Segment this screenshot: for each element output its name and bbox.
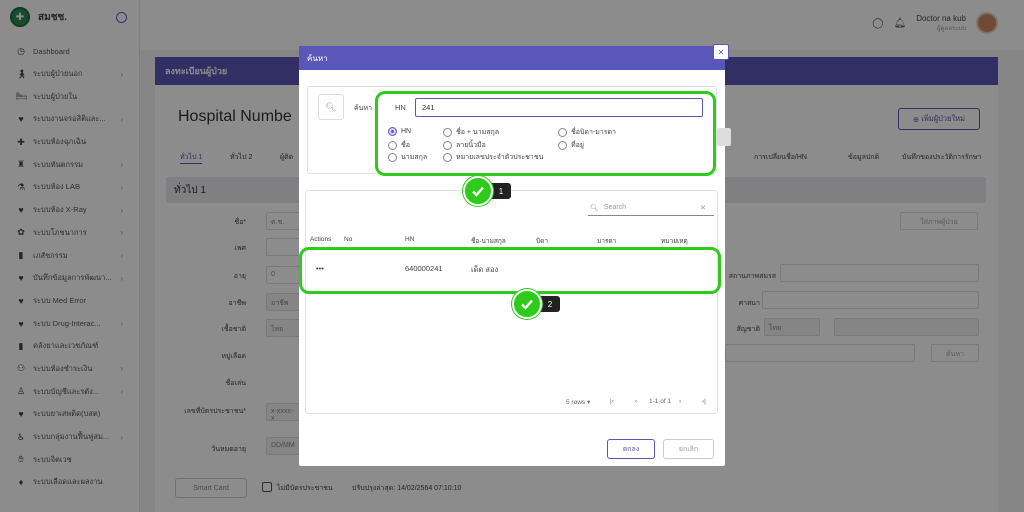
next-page-icon[interactable]: › xyxy=(679,398,681,405)
prev-page-icon[interactable]: ‹ xyxy=(635,398,637,405)
col-actions: Actions xyxy=(310,236,332,243)
table-search-placeholder: Search xyxy=(603,204,627,211)
step-badge-1: 1 xyxy=(463,176,511,206)
cancel-button[interactable]: ยกเลิก xyxy=(663,439,714,459)
modal-title: ค้นหา xyxy=(299,46,725,70)
col-no: No xyxy=(344,236,353,243)
rows-per-page-select[interactable]: 5 rows ▾ xyxy=(566,398,590,406)
close-icon[interactable]: ✕ xyxy=(713,44,729,60)
table-search-icon: 🔍︎ xyxy=(590,204,599,212)
check-icon xyxy=(463,176,493,206)
side-toggle[interactable] xyxy=(717,128,731,146)
ok-button[interactable]: ตกลง xyxy=(607,439,655,459)
rows-per-page-label: 5 rows xyxy=(566,399,586,406)
last-page-icon[interactable]: ›| xyxy=(702,398,706,405)
table-search-input[interactable]: 🔍︎ Search ✕ xyxy=(588,200,714,216)
col-father: บิดา xyxy=(536,238,548,245)
col-name: ชื่อ-นามสกุล xyxy=(471,238,506,245)
col-mother: มารดา xyxy=(597,238,617,245)
step-badge-2: 2 xyxy=(512,289,560,319)
search-icon[interactable]: 🔍︎ xyxy=(318,94,344,120)
page-range: 1-1 of 1 xyxy=(649,398,672,405)
first-page-icon[interactable]: |‹ xyxy=(610,398,614,405)
clear-search-icon[interactable]: ✕ xyxy=(700,204,706,212)
col-hn: HN xyxy=(405,236,415,243)
search-label: ค้นหา xyxy=(354,105,373,112)
col-note: หมายเหตุ xyxy=(661,238,688,245)
check-icon xyxy=(512,289,542,319)
highlight-result-row xyxy=(299,247,721,294)
highlight-search-options xyxy=(375,91,716,176)
